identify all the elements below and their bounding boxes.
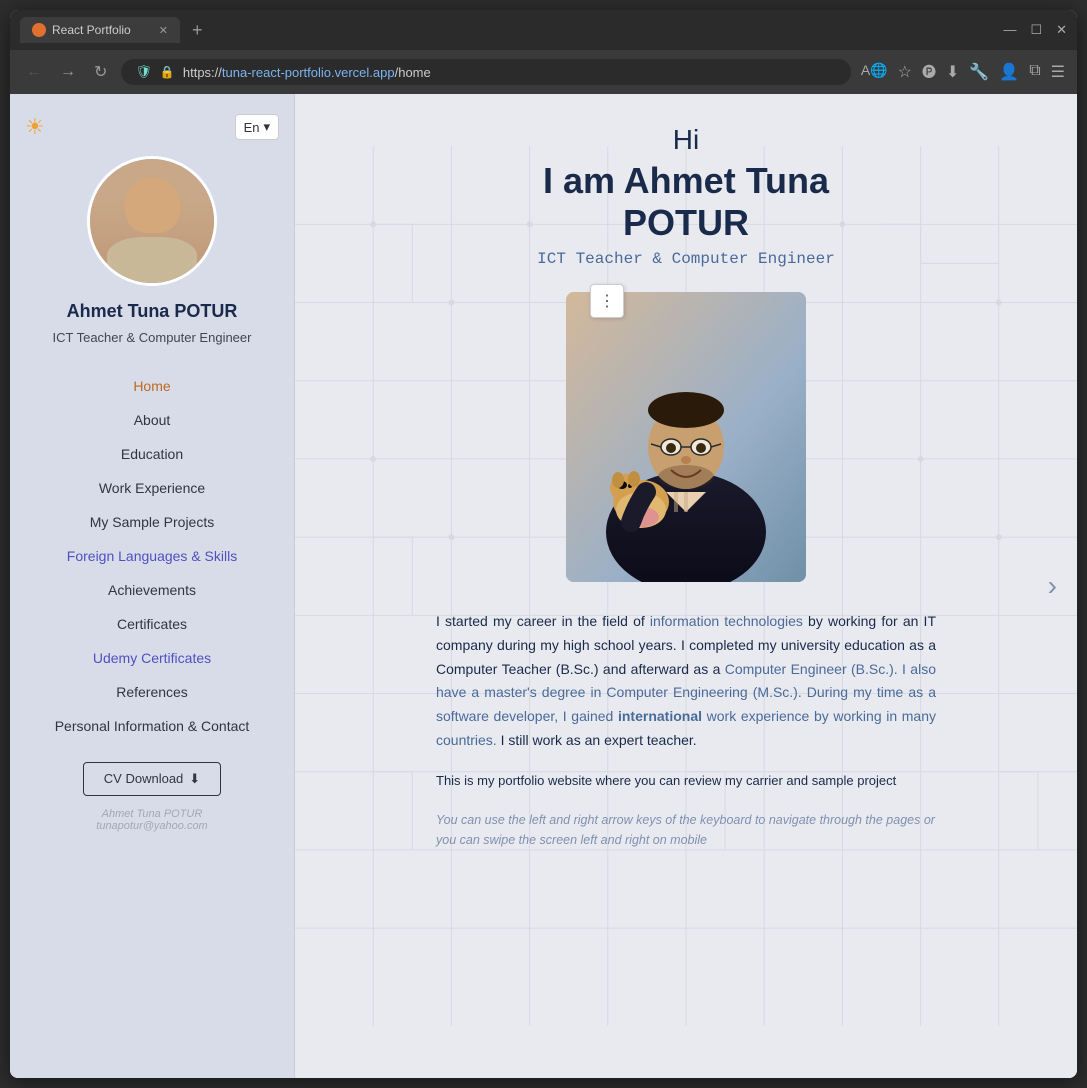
- sidebar-top: ☀ En ▾: [25, 114, 279, 140]
- pocket-icon[interactable]: 🅟: [922, 62, 936, 82]
- avatar-head-shape: [125, 177, 180, 233]
- sidebar-item-foreign-languages[interactable]: Foreign Languages & Skills: [25, 540, 279, 572]
- sidebar-footer: Ahmet Tuna POTUR tunapotur@yahoo.com: [96, 808, 207, 832]
- bio-international: international: [618, 708, 702, 724]
- sidebar-item-home[interactable]: Home: [25, 370, 279, 402]
- footer-name: Ahmet Tuna POTUR: [96, 808, 207, 820]
- browser-maximize-button[interactable]: ☐: [1030, 22, 1042, 38]
- tab-label: React Portfolio: [52, 23, 131, 37]
- menu-icon[interactable]: ☰: [1051, 62, 1065, 82]
- browser-controls: ← → ↻ 🛡 🔒 https://tuna-react-portfolio.v…: [10, 50, 1077, 94]
- bio-link-engineer: Computer Engineer (B.Sc.). I also have a…: [436, 661, 936, 748]
- refresh-button[interactable]: ↻: [90, 58, 111, 86]
- cv-download-button[interactable]: CV Download ⬇: [83, 762, 221, 796]
- avatar: [87, 156, 217, 286]
- bio-paragraph: I started my career in the field of info…: [436, 610, 936, 753]
- three-dot-menu-button[interactable]: ⋮: [590, 284, 624, 318]
- name-line2: POTUR: [623, 202, 749, 243]
- download-icon: ⬇: [189, 771, 200, 787]
- theme-toggle-sun-icon[interactable]: ☀: [25, 114, 45, 140]
- sidebar-item-work-experience[interactable]: Work Experience: [25, 472, 279, 504]
- browser-close-button[interactable]: ✕: [1056, 22, 1067, 38]
- portfolio-note: This is my portfolio website where you c…: [436, 771, 936, 792]
- avatar-body-shape: [107, 237, 197, 283]
- wrench-icon[interactable]: 🔧: [969, 62, 989, 82]
- active-tab[interactable]: React Portfolio ✕: [20, 17, 180, 43]
- language-selector[interactable]: En ▾: [235, 114, 279, 140]
- translate-icon[interactable]: A🌐: [861, 62, 888, 82]
- bookmark-star-icon[interactable]: ☆: [898, 62, 912, 82]
- cv-download-label: CV Download: [104, 771, 184, 786]
- navigation-menu: Home About Education Work Experience My …: [25, 370, 279, 742]
- download-icon[interactable]: ⬇: [946, 62, 959, 82]
- back-button[interactable]: ←: [22, 59, 46, 85]
- address-bar[interactable]: 🛡 🔒 https://tuna-react-portfolio.vercel.…: [121, 59, 850, 85]
- sidebar-person-name: Ahmet Tuna POTUR: [67, 300, 238, 323]
- sidebar-item-references[interactable]: References: [25, 676, 279, 708]
- tab-favicon-icon: [32, 23, 46, 37]
- keyboard-navigation-note: You can use the left and right arrow key…: [436, 810, 936, 850]
- sidebar-item-education[interactable]: Education: [25, 438, 279, 470]
- name-line1: I am Ahmet Tuna: [543, 160, 829, 201]
- avatar-image: [90, 159, 214, 283]
- sidebar-item-my-sample-projects[interactable]: My Sample Projects: [25, 506, 279, 538]
- security-shield-icon: 🛡: [135, 64, 152, 80]
- hi-greeting: Hi: [673, 124, 699, 156]
- extensions-icon[interactable]: ⧉: [1029, 62, 1040, 82]
- browser-window: React Portfolio ✕ + — ☐ ✕ ← → ↻ 🛡 🔒 http…: [10, 10, 1077, 1078]
- language-label: En: [244, 120, 260, 135]
- url-display: https://tuna-react-portfolio.vercel.app/…: [183, 65, 837, 80]
- main-inner: Hi I am Ahmet Tuna POTUR ICT Teacher & C…: [295, 94, 1077, 1078]
- main-profile-photo: [566, 292, 806, 582]
- main-person-name: I am Ahmet Tuna POTUR: [543, 160, 829, 244]
- photo-illustration: [566, 292, 806, 582]
- next-page-arrow[interactable]: ›: [1048, 570, 1057, 602]
- main-content: Hi I am Ahmet Tuna POTUR ICT Teacher & C…: [295, 94, 1077, 1078]
- lock-icon: 🔒: [160, 65, 175, 79]
- profile-icon[interactable]: 👤: [999, 62, 1019, 82]
- bio-link-it: information technologies: [650, 613, 803, 629]
- footer-email: tunapotur@yahoo.com: [96, 820, 207, 832]
- chevron-down-icon: ▾: [263, 119, 270, 135]
- sidebar: ☀ En ▾ Ahmet Tuna POTUR ICT Teacher & Co…: [10, 94, 295, 1078]
- browser-minimize-button[interactable]: —: [1003, 22, 1016, 38]
- new-tab-button[interactable]: +: [192, 20, 203, 41]
- sidebar-person-title: ICT Teacher & Computer Engineer: [53, 329, 252, 347]
- sidebar-item-personal-information[interactable]: Personal Information & Contact: [25, 710, 279, 742]
- tab-close-button[interactable]: ✕: [159, 24, 168, 37]
- sidebar-item-achievements[interactable]: Achievements: [25, 574, 279, 606]
- sidebar-item-about[interactable]: About: [25, 404, 279, 436]
- forward-button[interactable]: →: [56, 59, 80, 85]
- page-content: ☀ En ▾ Ahmet Tuna POTUR ICT Teacher & Co…: [10, 94, 1077, 1078]
- sidebar-item-certificates[interactable]: Certificates: [25, 608, 279, 640]
- sidebar-item-udemy-certificates[interactable]: Udemy Certificates: [25, 642, 279, 674]
- main-subtitle: ICT Teacher & Computer Engineer: [537, 250, 835, 268]
- browser-titlebar: React Portfolio ✕ + — ☐ ✕: [10, 10, 1077, 50]
- browser-toolbar-icons: A🌐 ☆ 🅟 ⬇ 🔧 👤 ⧉ ☰: [861, 62, 1065, 82]
